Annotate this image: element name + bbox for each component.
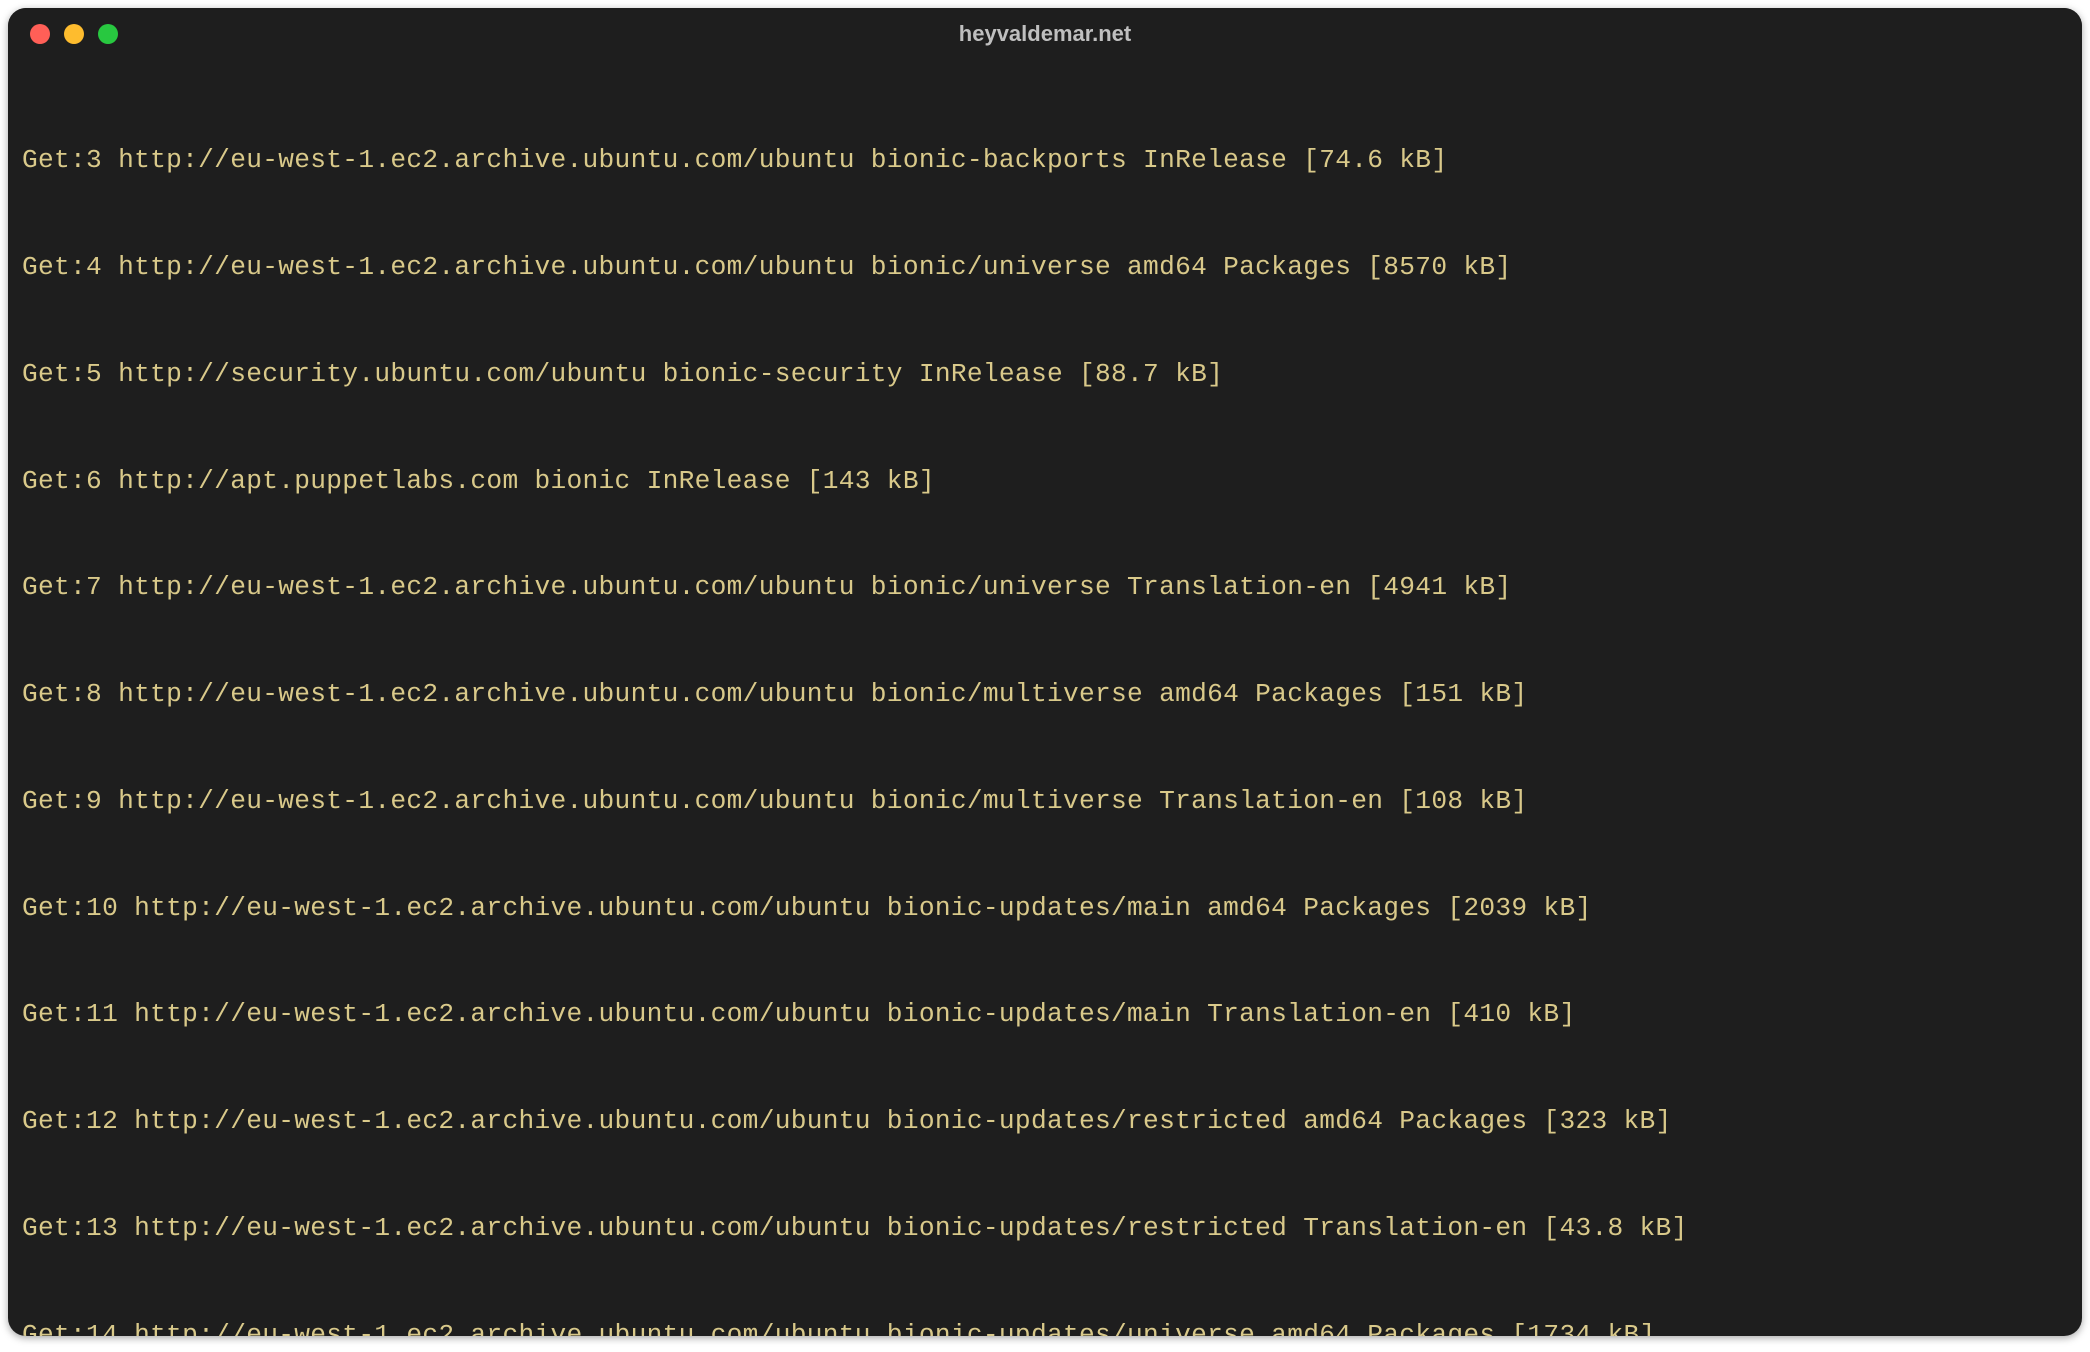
output-line: Get:8 http://eu-west-1.ec2.archive.ubunt… — [22, 677, 2068, 713]
output-line: Get:11 http://eu-west-1.ec2.archive.ubun… — [22, 997, 2068, 1033]
terminal-output[interactable]: Get:3 http://eu-west-1.ec2.archive.ubunt… — [8, 60, 2082, 1336]
output-line: Get:5 http://security.ubuntu.com/ubuntu … — [22, 357, 2068, 393]
window-title: heyvaldemar.net — [8, 21, 2082, 47]
close-icon[interactable] — [30, 24, 50, 44]
minimize-icon[interactable] — [64, 24, 84, 44]
terminal-window: heyvaldemar.net Get:3 http://eu-west-1.e… — [8, 8, 2082, 1336]
output-line: Get:9 http://eu-west-1.ec2.archive.ubunt… — [22, 784, 2068, 820]
output-line: Get:13 http://eu-west-1.ec2.archive.ubun… — [22, 1211, 2068, 1247]
output-line: Get:3 http://eu-west-1.ec2.archive.ubunt… — [22, 143, 2068, 179]
output-line: Get:4 http://eu-west-1.ec2.archive.ubunt… — [22, 250, 2068, 286]
titlebar: heyvaldemar.net — [8, 8, 2082, 60]
output-line: Get:6 http://apt.puppetlabs.com bionic I… — [22, 464, 2068, 500]
output-line: Get:14 http://eu-west-1.ec2.archive.ubun… — [22, 1318, 2068, 1336]
output-line: Get:7 http://eu-west-1.ec2.archive.ubunt… — [22, 570, 2068, 606]
maximize-icon[interactable] — [98, 24, 118, 44]
traffic-lights — [30, 24, 118, 44]
output-line: Get:10 http://eu-west-1.ec2.archive.ubun… — [22, 891, 2068, 927]
output-line: Get:12 http://eu-west-1.ec2.archive.ubun… — [22, 1104, 2068, 1140]
